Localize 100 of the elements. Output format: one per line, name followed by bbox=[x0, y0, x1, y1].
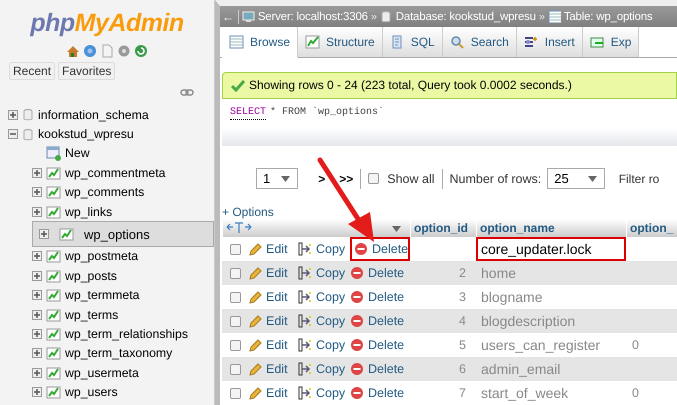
table-cell bbox=[626, 309, 677, 333]
tree-item[interactable]: wp_options bbox=[84, 226, 150, 242]
tab[interactable]: Search bbox=[442, 27, 517, 57]
copy-link[interactable]: Copy bbox=[298, 338, 346, 352]
row-checkbox[interactable] bbox=[230, 364, 240, 374]
delete-link[interactable]: Delete bbox=[350, 309, 410, 333]
table-cell bbox=[626, 357, 677, 381]
breadcrumb-separator: » bbox=[370, 10, 377, 23]
expand-icon[interactable] bbox=[32, 270, 42, 281]
settings-icon[interactable] bbox=[117, 44, 131, 58]
tree-item[interactable]: wp_postmeta bbox=[65, 249, 138, 264]
table-icon bbox=[46, 204, 61, 219]
copy-link[interactable]: Copy bbox=[298, 242, 346, 256]
edit-link[interactable]: Edit bbox=[248, 338, 288, 352]
table-icon bbox=[59, 227, 74, 242]
table-cell-text: 7 bbox=[458, 385, 467, 402]
table-cell-text: 0 bbox=[631, 337, 640, 354]
delete-link[interactable]: Delete bbox=[350, 333, 410, 357]
caret-icon bbox=[280, 174, 292, 183]
tab[interactable]: Structure bbox=[298, 27, 383, 57]
link-icon[interactable] bbox=[180, 88, 194, 97]
reload-icon[interactable] bbox=[134, 44, 148, 58]
pencil-icon bbox=[248, 314, 262, 328]
tab[interactable]: SQL bbox=[382, 27, 443, 57]
expand-icon[interactable] bbox=[32, 368, 42, 378]
edit-link[interactable]: Edit bbox=[248, 242, 288, 256]
options-link[interactable]: + Options bbox=[222, 205, 274, 219]
row-checkbox[interactable] bbox=[230, 244, 240, 254]
row-checkbox[interactable] bbox=[230, 292, 240, 302]
tree-item[interactable]: kookstud_wpresu bbox=[38, 127, 134, 142]
row-checkbox[interactable] bbox=[230, 340, 240, 350]
row-checkbox[interactable] bbox=[230, 268, 240, 278]
table-cell-text: 5 bbox=[458, 337, 467, 354]
expand-icon[interactable] bbox=[32, 328, 42, 339]
copy-link[interactable]: Copy bbox=[298, 386, 346, 400]
copy-icon bbox=[298, 314, 312, 328]
rows-select[interactable]: 25 bbox=[547, 168, 605, 189]
expand-icon[interactable] bbox=[8, 110, 18, 120]
delete-link[interactable]: Delete bbox=[350, 261, 410, 285]
sql-keyword-link[interactable]: SELECT bbox=[230, 107, 266, 120]
expand-icon[interactable] bbox=[32, 206, 42, 217]
table-icon bbox=[46, 308, 61, 322]
column-header[interactable]: option_ bbox=[626, 219, 677, 237]
tree-item[interactable]: wp_usermeta bbox=[65, 366, 139, 380]
next-page-button[interactable]: > bbox=[318, 172, 326, 186]
expand-icon[interactable] bbox=[32, 251, 42, 262]
copy-link[interactable]: Copy bbox=[298, 290, 346, 304]
column-resize-icon[interactable] bbox=[226, 222, 252, 234]
tree-item[interactable]: information_schema bbox=[38, 108, 149, 122]
collapse-icon[interactable] bbox=[8, 129, 18, 140]
tree-item[interactable]: wp_termmeta bbox=[65, 288, 140, 302]
tree-row-highlight[interactable]: wp_options bbox=[32, 221, 214, 247]
delete-link[interactable]: Delete bbox=[350, 357, 410, 381]
expand-icon[interactable] bbox=[32, 348, 42, 358]
tree-item[interactable]: wp_comments bbox=[65, 185, 144, 200]
table-cell-text: start_of_week bbox=[480, 384, 570, 403]
row-checkbox[interactable] bbox=[230, 316, 240, 326]
logo[interactable]: phpMyAdmin bbox=[30, 8, 184, 38]
delete-link[interactable]: Delete bbox=[350, 381, 410, 405]
column-header[interactable]: option_name bbox=[476, 219, 626, 237]
table-icon bbox=[548, 10, 561, 24]
expand-icon[interactable] bbox=[32, 387, 42, 398]
home-icon[interactable] bbox=[66, 44, 80, 58]
tree-item[interactable]: wp_commentmeta bbox=[65, 166, 166, 180]
sidebar-button[interactable]: Favorites bbox=[58, 62, 116, 80]
table-icon bbox=[46, 326, 61, 341]
column-header[interactable]: option_id bbox=[410, 219, 476, 237]
tree-item[interactable]: wp_posts bbox=[65, 268, 117, 283]
sql-query-text: * FROM `wp_options` bbox=[270, 107, 384, 120]
sidebar-button[interactable]: Recent bbox=[9, 62, 56, 80]
delete-icon bbox=[350, 338, 364, 352]
edit-link[interactable]: Edit bbox=[248, 386, 288, 400]
tree-item[interactable]: wp_term_taxonomy bbox=[65, 346, 172, 360]
delete-link[interactable]: Delete bbox=[350, 285, 410, 309]
expand-icon[interactable] bbox=[32, 168, 42, 178]
table-cell-text: blogname bbox=[480, 288, 544, 307]
tree-item[interactable]: wp_term_relationships bbox=[65, 326, 188, 341]
server-icon bbox=[242, 10, 255, 24]
last-page-button[interactable]: >> bbox=[339, 172, 354, 186]
edit-link[interactable]: Edit bbox=[248, 290, 288, 304]
tree-item[interactable]: wp_terms bbox=[65, 308, 118, 322]
database-icon bbox=[22, 128, 34, 141]
expand-icon[interactable] bbox=[32, 290, 42, 300]
tab[interactable]: Exp bbox=[582, 27, 640, 57]
tree-item[interactable]: wp_links bbox=[65, 204, 112, 219]
tree-item[interactable]: wp_users bbox=[65, 385, 118, 400]
expand-icon[interactable] bbox=[32, 187, 42, 198]
sort-caret-icon[interactable] bbox=[391, 224, 402, 232]
tree-item[interactable]: New bbox=[65, 146, 90, 160]
expand-icon[interactable] bbox=[32, 310, 42, 320]
row-checkbox[interactable] bbox=[230, 388, 240, 398]
page-select[interactable]: 1 bbox=[256, 168, 298, 189]
delete-link[interactable]: Delete bbox=[350, 237, 410, 261]
tab[interactable]: Browse bbox=[222, 27, 298, 58]
tab[interactable]: Insert bbox=[516, 27, 583, 57]
table-cell: home bbox=[476, 261, 626, 285]
back-button[interactable]: ← bbox=[221, 10, 239, 24]
checkbox[interactable] bbox=[368, 173, 380, 184]
help-icon[interactable] bbox=[83, 44, 97, 58]
expand-icon[interactable] bbox=[39, 229, 49, 240]
